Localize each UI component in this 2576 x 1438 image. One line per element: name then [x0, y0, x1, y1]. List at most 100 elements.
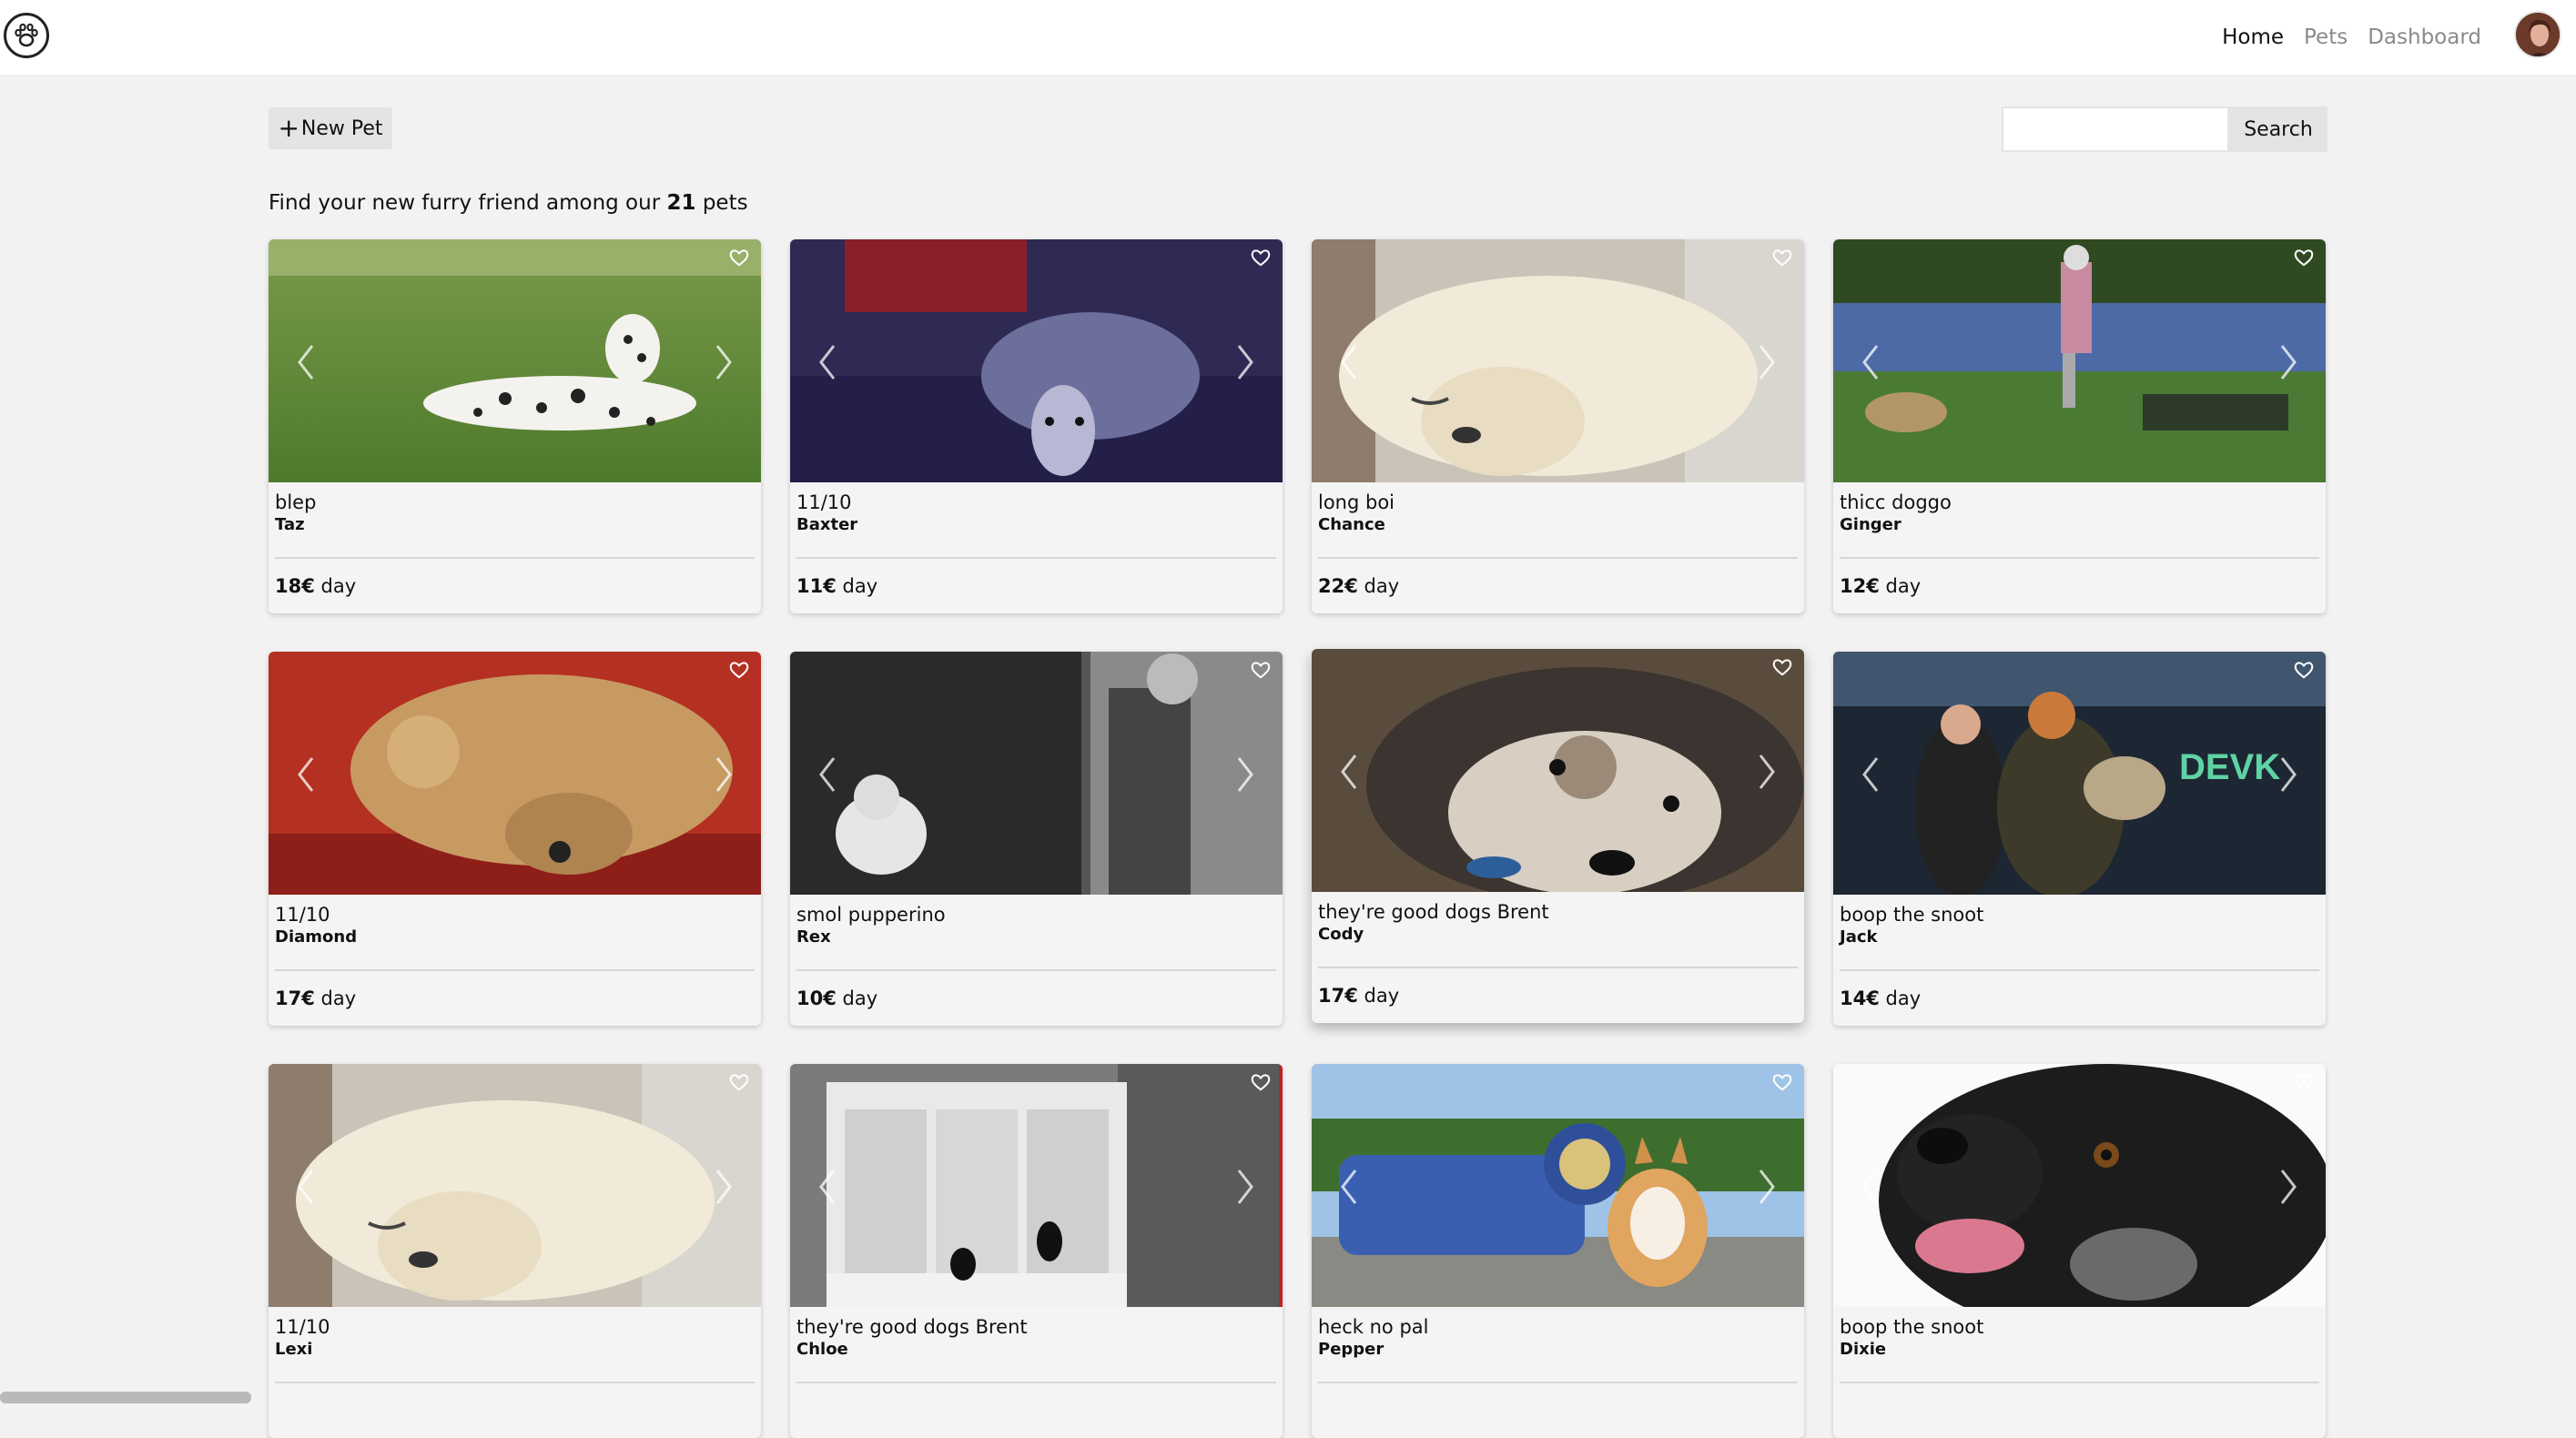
heart-icon[interactable]	[1770, 245, 1795, 270]
heart-icon[interactable]	[1248, 245, 1273, 270]
chevron-right-icon[interactable]	[710, 756, 737, 793]
pet-photo-carousel[interactable]	[269, 652, 761, 895]
pet-card[interactable]: thicc doggo Ginger 12€ day	[1833, 239, 2326, 613]
nav-link-home[interactable]: Home	[2222, 25, 2284, 49]
chevron-left-icon[interactable]	[1335, 1169, 1363, 1205]
pet-photo-carousel[interactable]	[790, 1064, 1283, 1307]
price-amount: 12€	[1840, 575, 1880, 597]
chevron-left-icon[interactable]	[1857, 756, 1884, 793]
price-amount: 11€	[796, 575, 837, 597]
nav-link-pets[interactable]: Pets	[2304, 25, 2348, 49]
pet-price: 18€ day	[275, 575, 755, 597]
chevron-left-icon[interactable]	[1857, 344, 1884, 380]
horizontal-scrollbar[interactable]	[0, 1392, 251, 1403]
pet-name: Ginger	[1840, 515, 1902, 534]
chevron-left-icon[interactable]	[814, 756, 841, 793]
pet-card[interactable]: blep Taz 18€ day	[269, 239, 761, 613]
chevron-left-icon[interactable]	[814, 344, 841, 380]
pet-photo-carousel[interactable]	[1312, 1064, 1804, 1307]
chevron-right-icon[interactable]	[2275, 1169, 2302, 1205]
heart-icon[interactable]	[1248, 657, 1273, 683]
pet-card[interactable]: 11/10 Baxter 11€ day	[790, 239, 1283, 613]
heart-icon[interactable]	[1248, 1069, 1273, 1095]
pet-photo	[1833, 239, 2326, 482]
chevron-right-icon[interactable]	[2275, 756, 2302, 793]
divider	[275, 1382, 755, 1383]
pet-tagline: 11/10	[275, 904, 330, 926]
heart-icon[interactable]	[1770, 1069, 1795, 1095]
pet-card[interactable]: 11/10 Diamond 17€ day	[269, 652, 761, 1026]
price-unit: day	[320, 987, 357, 1009]
chevron-right-icon[interactable]	[1753, 754, 1780, 790]
pet-tagline: 11/10	[275, 1316, 330, 1338]
new-pet-label: New Pet	[300, 116, 383, 140]
heart-icon[interactable]	[726, 1069, 752, 1095]
pet-tagline: blep	[275, 491, 317, 513]
nav-link-dashboard[interactable]: Dashboard	[2368, 25, 2481, 49]
heart-icon[interactable]	[2291, 245, 2317, 270]
pet-name: Baxter	[796, 515, 858, 534]
pet-card-body: they're good dogs Brent Cody 17€ day	[1312, 892, 1804, 1007]
pet-count-text: Find your new furry friend among our 21 …	[269, 191, 748, 215]
pet-card[interactable]: 11/10 Lexi	[269, 1064, 761, 1438]
pet-card[interactable]: smol pupperino Rex 10€ day	[790, 652, 1283, 1026]
chevron-left-icon[interactable]	[1335, 754, 1363, 790]
chevron-right-icon[interactable]	[710, 344, 737, 380]
chevron-left-icon[interactable]	[1857, 1169, 1884, 1205]
pet-photo-carousel[interactable]	[790, 652, 1283, 895]
intro-prefix: Find your new furry friend among our	[269, 191, 661, 215]
chevron-right-icon[interactable]	[2275, 344, 2302, 380]
pet-card[interactable]: long boi Chance 22€ day	[1312, 239, 1804, 613]
heart-icon[interactable]	[726, 245, 752, 270]
user-avatar[interactable]	[2514, 11, 2561, 58]
intro-suffix: pets	[702, 191, 748, 215]
pet-tagline: long boi	[1318, 491, 1395, 513]
pet-card[interactable]: boop the snoot Dixie	[1833, 1064, 2326, 1438]
chevron-right-icon[interactable]	[1232, 1169, 1259, 1205]
heart-icon[interactable]	[2291, 657, 2317, 683]
chevron-right-icon[interactable]	[1753, 1169, 1780, 1205]
pet-photo-carousel[interactable]	[1312, 239, 1804, 482]
chevron-right-icon[interactable]	[710, 1169, 737, 1205]
search-input[interactable]	[2002, 106, 2229, 152]
search-button[interactable]: Search	[2229, 106, 2328, 152]
pet-tagline: they're good dogs Brent	[1318, 901, 1549, 923]
chevron-right-icon[interactable]	[1232, 756, 1259, 793]
pet-photo: DEVK	[1833, 652, 2326, 895]
price-unit: day	[320, 575, 357, 597]
chevron-left-icon[interactable]	[814, 1169, 841, 1205]
pet-card[interactable]: they're good dogs Brent Chloe	[790, 1064, 1283, 1438]
pet-name: Chloe	[796, 1340, 848, 1359]
chevron-left-icon[interactable]	[292, 756, 319, 793]
pet-tagline: boop the snoot	[1840, 904, 1984, 926]
pet-card[interactable]: they're good dogs Brent Cody 17€ day	[1312, 649, 1804, 1023]
pet-photo-carousel[interactable]: DEVK	[1833, 652, 2326, 895]
price-unit: day	[1364, 575, 1400, 597]
pet-card[interactable]: heck no pal Pepper	[1312, 1064, 1804, 1438]
price-amount: 18€	[275, 575, 315, 597]
svg-text:DEVK: DEVK	[2179, 747, 2280, 787]
pet-photo-carousel[interactable]	[1833, 239, 2326, 482]
heart-icon[interactable]	[726, 657, 752, 683]
price-amount: 10€	[796, 987, 837, 1009]
divider	[1840, 557, 2319, 559]
pet-photo-carousel[interactable]	[269, 239, 761, 482]
heart-icon[interactable]	[1770, 654, 1795, 680]
chevron-right-icon[interactable]	[1232, 344, 1259, 380]
pet-photo-carousel[interactable]	[790, 239, 1283, 482]
paw-icon[interactable]	[4, 13, 49, 58]
chevron-left-icon[interactable]	[1335, 344, 1363, 380]
pet-photo-carousel[interactable]	[269, 1064, 761, 1307]
pet-photo	[790, 239, 1283, 482]
heart-icon[interactable]	[2291, 1069, 2317, 1095]
pet-photo-carousel[interactable]	[1833, 1064, 2326, 1307]
pet-name: Rex	[796, 927, 831, 947]
chevron-left-icon[interactable]	[292, 344, 319, 380]
pet-photo-carousel[interactable]	[1312, 649, 1804, 892]
chevron-right-icon[interactable]	[1753, 344, 1780, 380]
pet-name: Taz	[275, 515, 305, 534]
chevron-left-icon[interactable]	[292, 1169, 319, 1205]
new-pet-button[interactable]: + New Pet	[269, 107, 392, 149]
price-unit: day	[842, 575, 878, 597]
pet-card[interactable]: DEVK boop the snoot Jack 14€ day	[1833, 652, 2326, 1026]
